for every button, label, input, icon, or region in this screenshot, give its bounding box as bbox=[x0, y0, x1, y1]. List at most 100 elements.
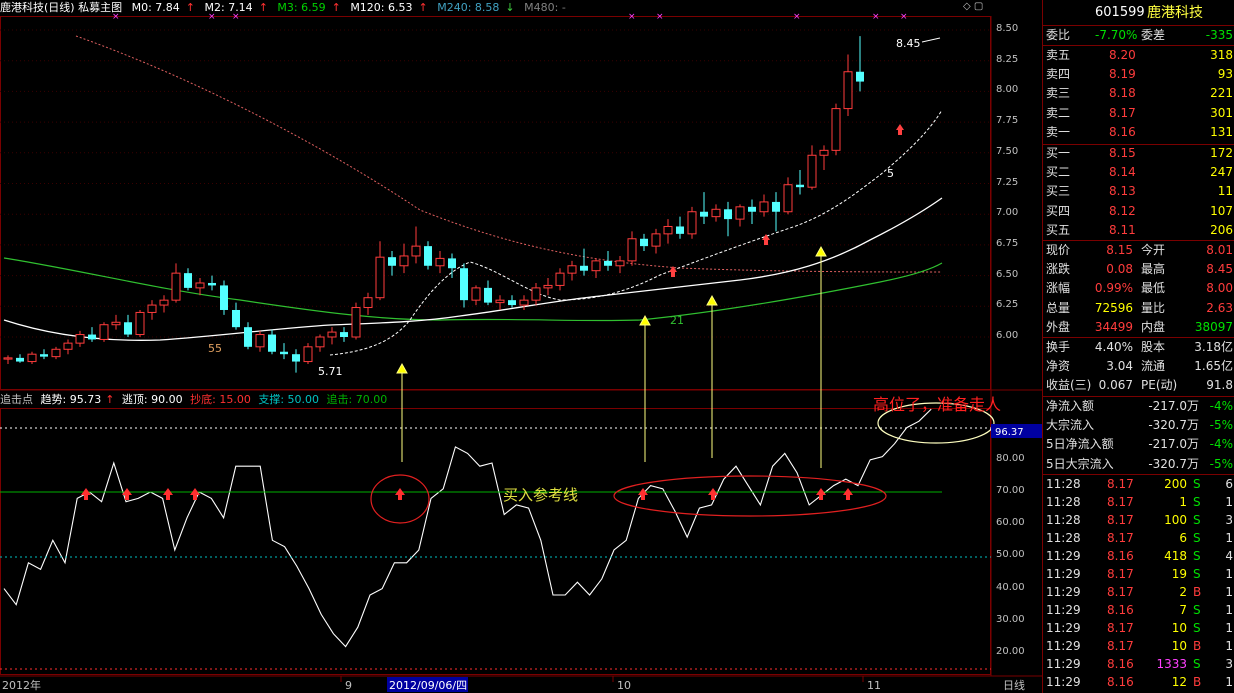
tick-row: 11:29 8.17 10 S 1 bbox=[1046, 621, 1233, 635]
ma-m2: M2: 7.14 ↑ bbox=[204, 1, 268, 14]
chase-marker bbox=[122, 488, 132, 500]
indicator-tick: 70.00 bbox=[996, 485, 1025, 496]
candle bbox=[399, 243, 409, 274]
candle bbox=[627, 231, 637, 266]
candle bbox=[424, 241, 432, 270]
indicator-tick: 60.00 bbox=[996, 517, 1025, 529]
tick-row: 11:28 8.17 6 S 1 bbox=[1046, 531, 1233, 545]
buy-level-row: 买四 8.12 107 bbox=[1046, 203, 1233, 218]
candle bbox=[75, 330, 85, 347]
candle bbox=[435, 251, 445, 274]
x-label-oct: 10 bbox=[617, 679, 631, 692]
price-grid bbox=[0, 29, 991, 338]
ma-label-5: 5 bbox=[887, 167, 894, 180]
tick-row: 11:28 8.17 1 S 1 bbox=[1046, 495, 1233, 509]
price-tick: 7.50 bbox=[996, 145, 1019, 157]
candle bbox=[543, 278, 553, 296]
candle bbox=[51, 346, 61, 360]
candle bbox=[208, 275, 216, 291]
chart-menu-icon[interactable]: ◇ ▢ bbox=[963, 1, 983, 12]
ma-m0: M0: 7.84 ↑ bbox=[131, 1, 195, 14]
sell-level-row: 卖五 8.20 318 bbox=[1046, 48, 1233, 62]
flow-row: 5日净流入额 -217.0万 -4% bbox=[1046, 437, 1233, 452]
candle bbox=[772, 192, 780, 232]
flow-row: 5日大宗流入 -320.7万 -5% bbox=[1046, 456, 1233, 471]
buy-circle-2 bbox=[613, 475, 887, 517]
candle bbox=[280, 343, 288, 360]
candle bbox=[555, 268, 565, 291]
indicator-name: 追击点 bbox=[0, 393, 33, 406]
candle bbox=[327, 327, 337, 345]
chart-title: 鹿港科技(日线) 私募主图 bbox=[0, 1, 123, 14]
candle bbox=[99, 322, 109, 342]
indicator-line bbox=[3, 408, 932, 648]
svg-text:×: × bbox=[793, 12, 801, 22]
candle bbox=[640, 233, 648, 252]
candle bbox=[651, 228, 661, 254]
candle bbox=[831, 103, 841, 156]
candle bbox=[63, 339, 73, 355]
ma-m120: M120: 6.53 ↑ bbox=[350, 1, 428, 14]
buy-reference-label: 买入参考线 bbox=[503, 486, 578, 504]
indicator-tick: 20.00 bbox=[996, 646, 1025, 657]
stock-title: 601599 鹿港科技 bbox=[1043, 2, 1234, 24]
tick-row: 11:29 8.16 7 S 1 bbox=[1046, 603, 1233, 617]
candle bbox=[411, 226, 421, 264]
tick-row: 11:28 8.17 200 S 6 bbox=[1046, 477, 1233, 491]
weibi-row: 委比 -7.70% 委差 -335 bbox=[1046, 28, 1233, 42]
tick-row: 11:29 8.17 2 B 1 bbox=[1046, 585, 1233, 599]
high-warning-label: 高位了，准备走人 bbox=[873, 395, 1001, 414]
indicator-tick: 50.00 bbox=[996, 549, 1025, 561]
stat-row: 涨幅 0.99% 最低 8.00 bbox=[1046, 281, 1233, 296]
candle bbox=[687, 206, 697, 239]
svg-text:×: × bbox=[872, 12, 880, 22]
buy-level-row: 买二 8.14 247 bbox=[1046, 165, 1233, 180]
candle bbox=[255, 330, 265, 352]
price-tick: 8.25 bbox=[996, 53, 1019, 65]
chase-marker bbox=[708, 488, 718, 500]
candle bbox=[220, 280, 228, 315]
candle bbox=[159, 295, 169, 313]
candle bbox=[363, 292, 373, 315]
indicator-tick: 30.00 bbox=[996, 613, 1025, 625]
price-tick: 7.75 bbox=[996, 115, 1019, 127]
candle bbox=[315, 334, 325, 352]
buy-level-row: 买一 8.15 172 bbox=[1046, 146, 1233, 160]
stat-row: 外盘 34499 内盘 38097 bbox=[1046, 319, 1233, 334]
x-label-year: 2012年 bbox=[2, 678, 41, 692]
candle bbox=[819, 145, 829, 170]
candle bbox=[663, 219, 673, 244]
candle bbox=[303, 343, 313, 365]
candle bbox=[460, 263, 468, 308]
price-tick: 6.00 bbox=[996, 330, 1019, 341]
candle bbox=[735, 204, 745, 227]
tick-row: 11:29 8.16 12 B 1 bbox=[1046, 675, 1233, 689]
candle bbox=[292, 349, 300, 373]
chase-marker bbox=[843, 488, 853, 500]
buy-level-row: 买五 8.11 206 bbox=[1046, 222, 1233, 237]
candle bbox=[232, 302, 240, 330]
candle bbox=[748, 199, 756, 225]
candle bbox=[388, 251, 396, 276]
chase-marker bbox=[395, 488, 405, 500]
chart-header: 鹿港科技(日线) 私募主图 M0: 7.84 ↑ M2: 7.14 ↑ M3: 6.… bbox=[0, 0, 572, 16]
high-price-label: 8.45 bbox=[896, 37, 921, 50]
buy-level-row: 买三 8.13 11 bbox=[1046, 184, 1233, 199]
tick-row: 11:28 8.17 100 S 3 bbox=[1046, 513, 1233, 527]
kline-chart[interactable]: × × × × × × × × 8.45 5.71 55 21 5 买入参考线 高位了，准备走… bbox=[0, 0, 1042, 693]
candle bbox=[27, 351, 37, 365]
indicator-trend: 趋势: 95.73 ↑ bbox=[40, 393, 115, 406]
candle bbox=[184, 268, 192, 291]
indicator-support: 支撑: 50.00 bbox=[258, 393, 320, 406]
indicator-escape: 逃顶: 90.00 bbox=[121, 393, 183, 406]
candle bbox=[3, 355, 13, 365]
candle bbox=[375, 241, 385, 301]
candle bbox=[495, 295, 505, 310]
candle bbox=[484, 280, 492, 306]
high-price-pointer bbox=[921, 37, 941, 43]
candle bbox=[351, 302, 361, 340]
candle bbox=[16, 354, 24, 363]
ma-m3: M3: 6.59 ↑ bbox=[277, 1, 341, 14]
indicator-tick: 40.00 bbox=[996, 581, 1025, 593]
period-label[interactable]: 日线 bbox=[1003, 678, 1025, 692]
